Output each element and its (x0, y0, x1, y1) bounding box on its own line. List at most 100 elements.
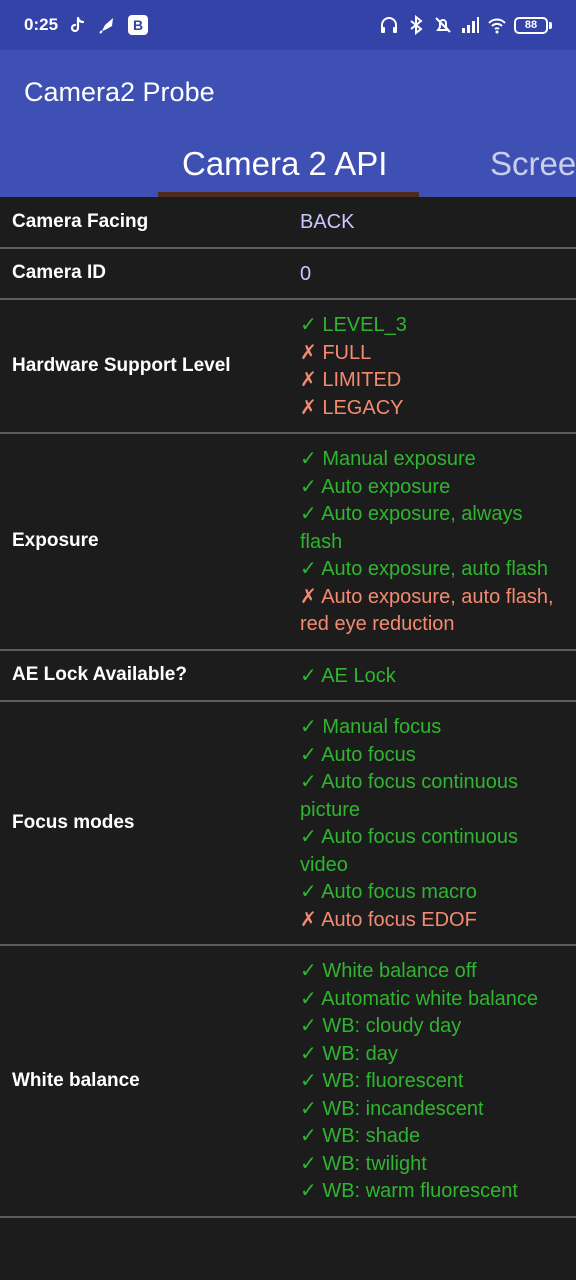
item-text: WB: incandescent (322, 1097, 484, 1120)
unsupported-item: ✗ Auto exposure, auto flash, red eye red… (300, 584, 562, 639)
check-icon: ✓ (300, 716, 317, 738)
row-label: Exposure (12, 530, 99, 552)
row-value: ✓ Manual exposure ✓ Auto exposure ✓ Auto e… (288, 434, 576, 649)
unsupported-item: ✗ LIMITED (300, 367, 562, 395)
item-text: WB: fluorescent (322, 1070, 464, 1092)
check-icon: ✓ (300, 960, 317, 982)
unsupported-item: ✗ LEGACY (300, 395, 562, 423)
table-row: Focus modes ✓ Manual focus ✓ Auto focus ✓ A… (0, 702, 576, 946)
properties-table: Camera Facing BACK Camera ID 0 Hardware Supp… (0, 197, 576, 1218)
check-icon: ✓ (300, 448, 317, 470)
battery-tip (549, 21, 552, 29)
supported-item: ✓ Auto focus continuous picture (300, 769, 562, 824)
row-label: AE Lock Available? (12, 664, 187, 686)
row-value: 0 (288, 249, 576, 299)
item-text: Auto exposure, auto flash (321, 558, 549, 580)
item-text: Auto focus EDOF (321, 908, 477, 931)
table-row: AE Lock Available? ✓ AE Lock (0, 651, 576, 702)
cross-icon: ✗ (300, 585, 317, 608)
item-text: WB: cloudy day (322, 1015, 462, 1037)
item-text: Auto focus macro (321, 881, 477, 903)
wifi-icon (488, 18, 506, 34)
check-icon: ✓ (300, 1125, 317, 1147)
supported-item: ✓ WB: incandescent (300, 1096, 562, 1124)
cross-icon: ✗ (300, 369, 317, 391)
unsupported-item: ✗ FULL (300, 340, 562, 368)
check-icon: ✓ (300, 881, 317, 903)
check-icon: ✓ (300, 1070, 317, 1092)
item-text: Auto focus continuous picture (300, 771, 519, 821)
bell-off-icon (435, 17, 451, 33)
unsupported-item: ✗ Auto focus EDOF (300, 907, 562, 935)
row-value: ✓ AE Lock (288, 651, 576, 701)
supported-item: ✓ WB: fluorescent (300, 1068, 562, 1096)
supported-item: ✓ Manual exposure (300, 446, 562, 474)
tab-camera2-api[interactable]: Camera 2 API (182, 145, 387, 183)
plain-value: 0 (300, 262, 312, 285)
battery-level: 88 (514, 16, 548, 34)
battery-icon: 88 (514, 16, 552, 34)
item-text: Automatic white balance (321, 987, 539, 1010)
item-text: WB: twilight (322, 1152, 427, 1175)
item-text: LEGACY (322, 396, 404, 419)
table-row: Camera Facing BACK (0, 197, 576, 249)
item-text: WB: shade (322, 1125, 421, 1147)
row-value: BACK (288, 197, 576, 247)
status-left: 0:25 B (24, 15, 149, 35)
table-row: Exposure ✓ Manual exposure ✓ Auto exposure… (0, 434, 576, 651)
check-icon: ✓ (300, 1015, 317, 1037)
item-text: Manual exposure (322, 448, 476, 470)
table-row: Camera ID 0 (0, 249, 576, 300)
signal-icon (462, 17, 479, 33)
row-label: Camera Facing (12, 210, 149, 232)
table-row: Hardware Support Level ✓ LEVEL_3 ✗ FULL ✗ L… (0, 300, 576, 434)
row-label: Camera ID (12, 262, 106, 284)
supported-item: ✓ WB: shade (300, 1123, 562, 1151)
item-text: LIMITED (322, 369, 402, 391)
bluetooth-icon (410, 15, 423, 35)
row-label: White balance (12, 1069, 140, 1091)
supported-item: ✓ Auto focus continuous video (300, 824, 562, 879)
item-text: Auto focus (321, 743, 416, 766)
check-icon: ✓ (300, 503, 317, 525)
check-icon: ✓ (300, 987, 317, 1010)
check-icon: ✓ (300, 1152, 317, 1175)
cross-icon: ✗ (300, 908, 317, 931)
item-text: FULL (322, 341, 372, 364)
cross-icon: ✗ (300, 341, 317, 364)
supported-item: ✓ WB: warm fluorescent (300, 1178, 562, 1206)
item-text: White balance off (322, 960, 477, 982)
status-time: 0:25 (24, 15, 59, 34)
tab-screen[interactable]: Scree (490, 145, 576, 183)
row-value: ✓ LEVEL_3 ✗ FULL ✗ LIMITED ✗ LEGACY (288, 300, 576, 432)
supported-item: ✓ AE Lock (300, 663, 562, 691)
check-icon: ✓ (300, 475, 317, 498)
item-text: WB: warm fluorescent (322, 1180, 518, 1202)
check-icon: ✓ (300, 1042, 317, 1065)
check-icon: ✓ (300, 1180, 317, 1202)
tab-bar: Camera 2 API Scree (0, 135, 576, 197)
check-icon: ✓ (300, 743, 317, 766)
item-text: AE Lock (321, 664, 396, 687)
headphones-icon (381, 17, 397, 33)
item-text: WB: day (322, 1042, 398, 1065)
check-icon: ✓ (300, 314, 317, 336)
supported-item: ✓ Auto exposure, auto flash (300, 556, 562, 584)
row-label: Hardware Support Level (12, 355, 231, 376)
supported-item: ✓ LEVEL_3 (300, 312, 562, 340)
supported-item: ✓ WB: twilight (300, 1151, 562, 1179)
app-bar: Camera2 Probe (0, 50, 576, 135)
cross-icon: ✗ (300, 396, 317, 419)
item-text: LEVEL_3 (322, 314, 407, 336)
app-title: Camera2 Probe (24, 77, 215, 107)
supported-item: ✓ WB: cloudy day (300, 1013, 562, 1041)
check-icon: ✓ (300, 771, 317, 793)
supported-item: ✓ White balance off (300, 958, 562, 986)
item-text: Auto exposure, auto flash, red eye reduc… (300, 585, 554, 636)
table-row: White balance ✓ White balance off ✓ Automa… (0, 946, 576, 1218)
supported-item: ✓ Auto exposure (300, 474, 562, 502)
row-label: Focus modes (12, 812, 135, 833)
supported-item: ✓ Automatic white balance (300, 986, 562, 1014)
item-text: Auto exposure (321, 475, 451, 498)
tiktok-icon (70, 16, 85, 33)
